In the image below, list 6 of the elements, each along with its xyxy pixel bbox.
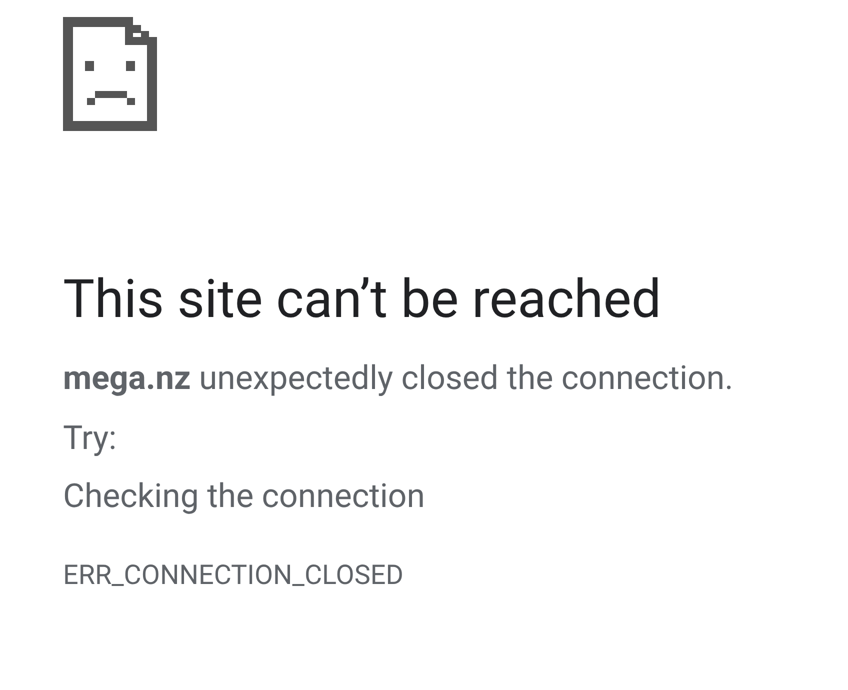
suggestion-text: Checking the connection bbox=[63, 476, 426, 518]
error-code: ERR_CONNECTION_CLOSED bbox=[63, 558, 404, 593]
sad-document-icon bbox=[63, 17, 157, 131]
error-message: mega.nz unexpectedly closed the connection. bbox=[63, 358, 734, 400]
try-label: Try: bbox=[63, 418, 118, 460]
error-heading: This site can’t be reached bbox=[63, 267, 662, 331]
